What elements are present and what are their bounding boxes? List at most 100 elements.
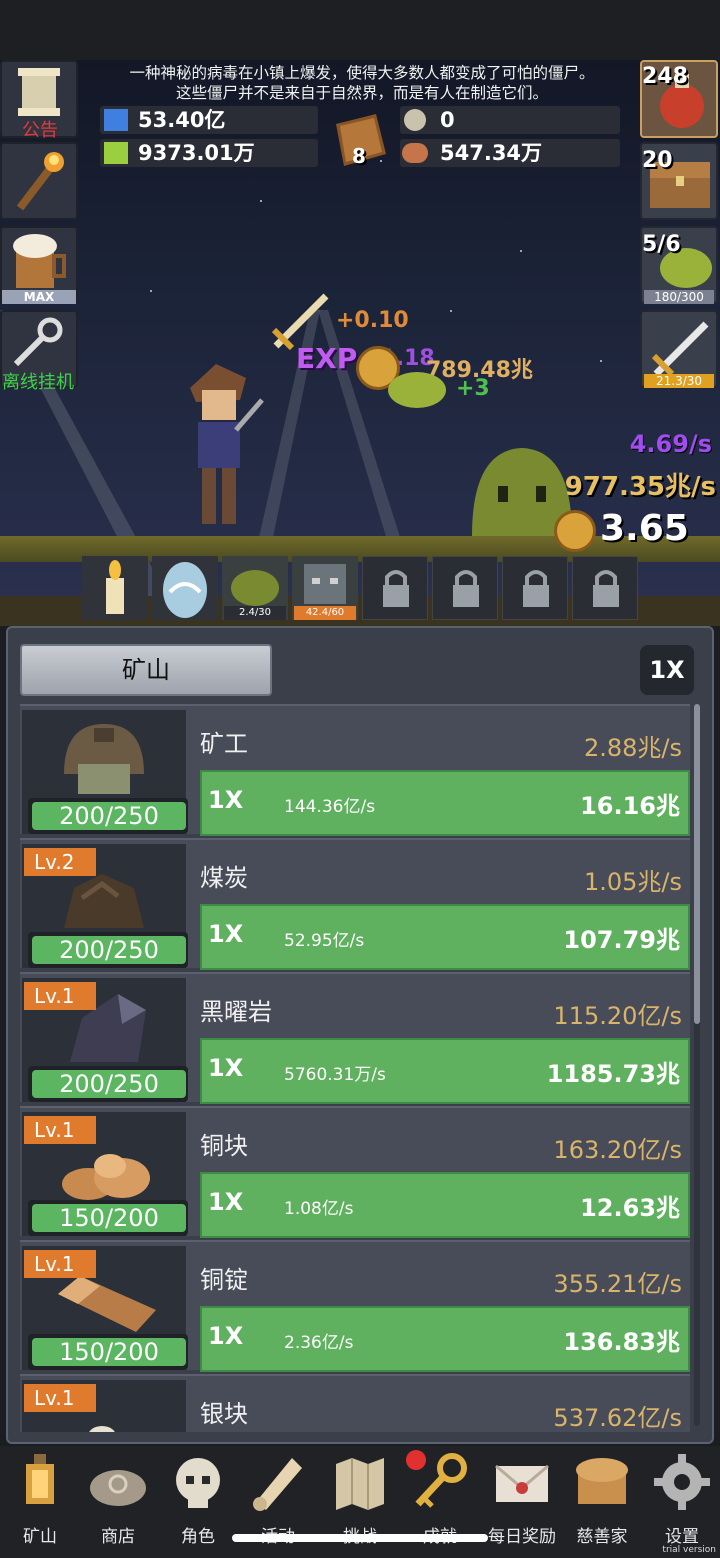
green-potion-value: 9373.01万 [138,141,255,165]
coal-icon [64,874,144,928]
egg-icon [163,562,207,618]
nav-label: 每日奖励 [488,1527,556,1547]
level-badge: Lv.1 [24,982,96,1010]
slime-button[interactable]: 5/6 180/300 [640,226,718,304]
scroll-icon [18,68,60,116]
beer-icon [13,234,66,288]
capacity-bar: 200/250 [32,802,186,830]
hero-character [190,364,264,524]
max-badge: MAX [2,290,76,304]
candle-slot[interactable] [82,556,148,620]
nav-character[interactable]: 角色 [158,1450,238,1550]
upgrade-bar[interactable]: 1X 1.08亿/s 12.63兆 [200,1172,690,1238]
coin-resource: 0 [400,106,620,134]
capacity-bar: 200/250 [32,936,186,964]
gold-total-coin-icon [554,510,596,552]
tab-mine[interactable]: 矿山 [20,644,272,696]
upgrade-cost: 107.79兆 [563,926,680,954]
level-badge: Lv.1 [24,1250,96,1278]
upgrade-rate: 2.36亿/s [284,1333,354,1353]
nav-shop[interactable]: 商店 [78,1450,158,1550]
scrollbar-thumb[interactable] [694,704,700,1024]
row-name: 矿工 [200,730,248,758]
nav-mine[interactable]: 矿山 [0,1450,80,1550]
book-resource[interactable]: 8 [328,110,390,170]
multiplier-label: 1X [208,1188,244,1216]
slime-pet-slot[interactable]: 2.4/30 [222,556,288,620]
upgrade-cost: 12.63兆 [580,1194,680,1222]
mine-row-copper-ingot[interactable]: Lv.1 150/200 铜锭 355.21亿/s 1X 2.36亿/s 136… [20,1240,690,1372]
announcement-button[interactable]: 公告 [0,60,78,141]
offline-idle-label: 离线挂机 [2,372,74,393]
sword-progress: 21.3/30 [644,374,714,388]
sword-button[interactable]: 21.3/30 [640,310,718,388]
nav-daily-reward[interactable]: 每日奖励 [482,1450,562,1550]
upgrade-cost: 136.83兆 [563,1328,680,1356]
silver-ore-thumb: Lv.1 [22,1380,186,1432]
nav-label: 设置 [665,1527,699,1547]
multiplier-label: 1X [208,1322,244,1350]
gain-text-1: +0.10 [336,308,409,333]
announcement-label: 公告 [22,120,58,141]
slime-count: 5/6 [642,232,681,257]
chest-button[interactable]: 20 [640,142,718,220]
home-indicator[interactable] [232,1534,488,1542]
upgrade-bar[interactable]: 1X 5760.31万/s 1185.73兆 [200,1038,690,1104]
capacity-bar: 200/250 [32,1070,186,1098]
copper-ingot-thumb: Lv.1 150/200 [22,1246,188,1370]
map-icon [336,1458,384,1510]
mine-row-coal[interactable]: Lv.2 200/250 煤炭 1.05兆/s 1X 52.95亿/s 107.… [20,838,690,970]
silver-ore-icon [89,1426,115,1432]
mine-row-silver-ore[interactable]: Lv.1 银块 537.62亿/s [20,1374,690,1432]
offline-idle-button[interactable]: 离线挂机 [0,310,78,393]
row-name: 黑曜岩 [200,998,272,1026]
meat-value: 547.34万 [440,141,543,165]
row-name: 银块 [200,1400,248,1428]
rate-gold: 977.35兆/s [564,472,716,502]
torch-button[interactable] [0,142,78,220]
egg-slot[interactable] [152,556,218,620]
upgrade-bar[interactable]: 1X 144.36亿/s 16.16兆 [200,770,690,836]
locked-slot-1[interactable] [362,556,428,620]
level-badge: Lv.2 [24,848,96,876]
lantern-icon [26,1454,54,1504]
notice-text: 一种神秘的病毒在小镇上爆发，使得大多数人都变成了可怕的僵尸。 这些僵尸并不是来自… [82,63,642,103]
exp-label: EXP [296,342,358,375]
speed-toggle-button[interactable]: 1X [640,645,694,695]
upgrade-bar[interactable]: 1X 2.36亿/s 136.83兆 [200,1306,690,1372]
row-name: 煤炭 [200,864,248,892]
slime-pet-icon [231,570,279,606]
book-count: 8 [352,144,366,168]
blue-potion-icon [104,109,128,131]
locked-slot-2[interactable] [432,556,498,620]
zombie-pet-progress: 42.4/60 [294,606,356,620]
upgrade-cost: 1185.73兆 [546,1060,680,1088]
list-scrollbar[interactable] [694,704,700,1426]
level-badge: Lv.1 [24,1384,96,1412]
multiplier-label: 1X [208,1054,244,1082]
potion-button[interactable]: 248 [640,60,718,138]
locked-slot-3[interactable] [502,556,568,620]
upgrade-cost: 16.16兆 [580,792,680,820]
mine-row-obsidian[interactable]: Lv.1 200/250 黑曜岩 115.20亿/s 1X 5760.31万/s… [20,972,690,1104]
upgrade-bar[interactable]: 1X 52.95亿/s 107.79兆 [200,904,690,970]
row-rate: 355.21亿/s [553,1270,682,1298]
lock-icon [453,570,479,607]
zombie-pet-slot[interactable]: 42.4/60 [292,556,358,620]
meat-resource: 547.34万 [400,139,620,167]
nav-settings[interactable]: 设置 [642,1450,720,1550]
upgrade-rate: 52.95亿/s [284,931,365,951]
row-name: 铜锭 [200,1266,248,1294]
multiplier-label: 1X [208,786,244,814]
locked-slot-4[interactable] [572,556,638,620]
mine-row-miner[interactable]: 200/250 矿工 2.88兆/s 1X 144.36亿/s 16.16兆 [20,704,690,836]
beer-button[interactable]: MAX [0,226,78,304]
nav-label: 角色 [181,1527,215,1547]
nav-philanthropist[interactable]: 慈善家 [562,1450,642,1550]
mine-row-copper-ore[interactable]: Lv.1 150/200 铜块 163.20亿/s 1X 1.08亿/s 12.… [20,1106,690,1238]
row-rate: 1.05兆/s [583,868,682,896]
status-bar [0,0,720,60]
upgrade-rate: 1.08亿/s [284,1199,354,1219]
slime-drop-icon [388,372,446,408]
capacity-bar: 150/200 [32,1204,186,1232]
